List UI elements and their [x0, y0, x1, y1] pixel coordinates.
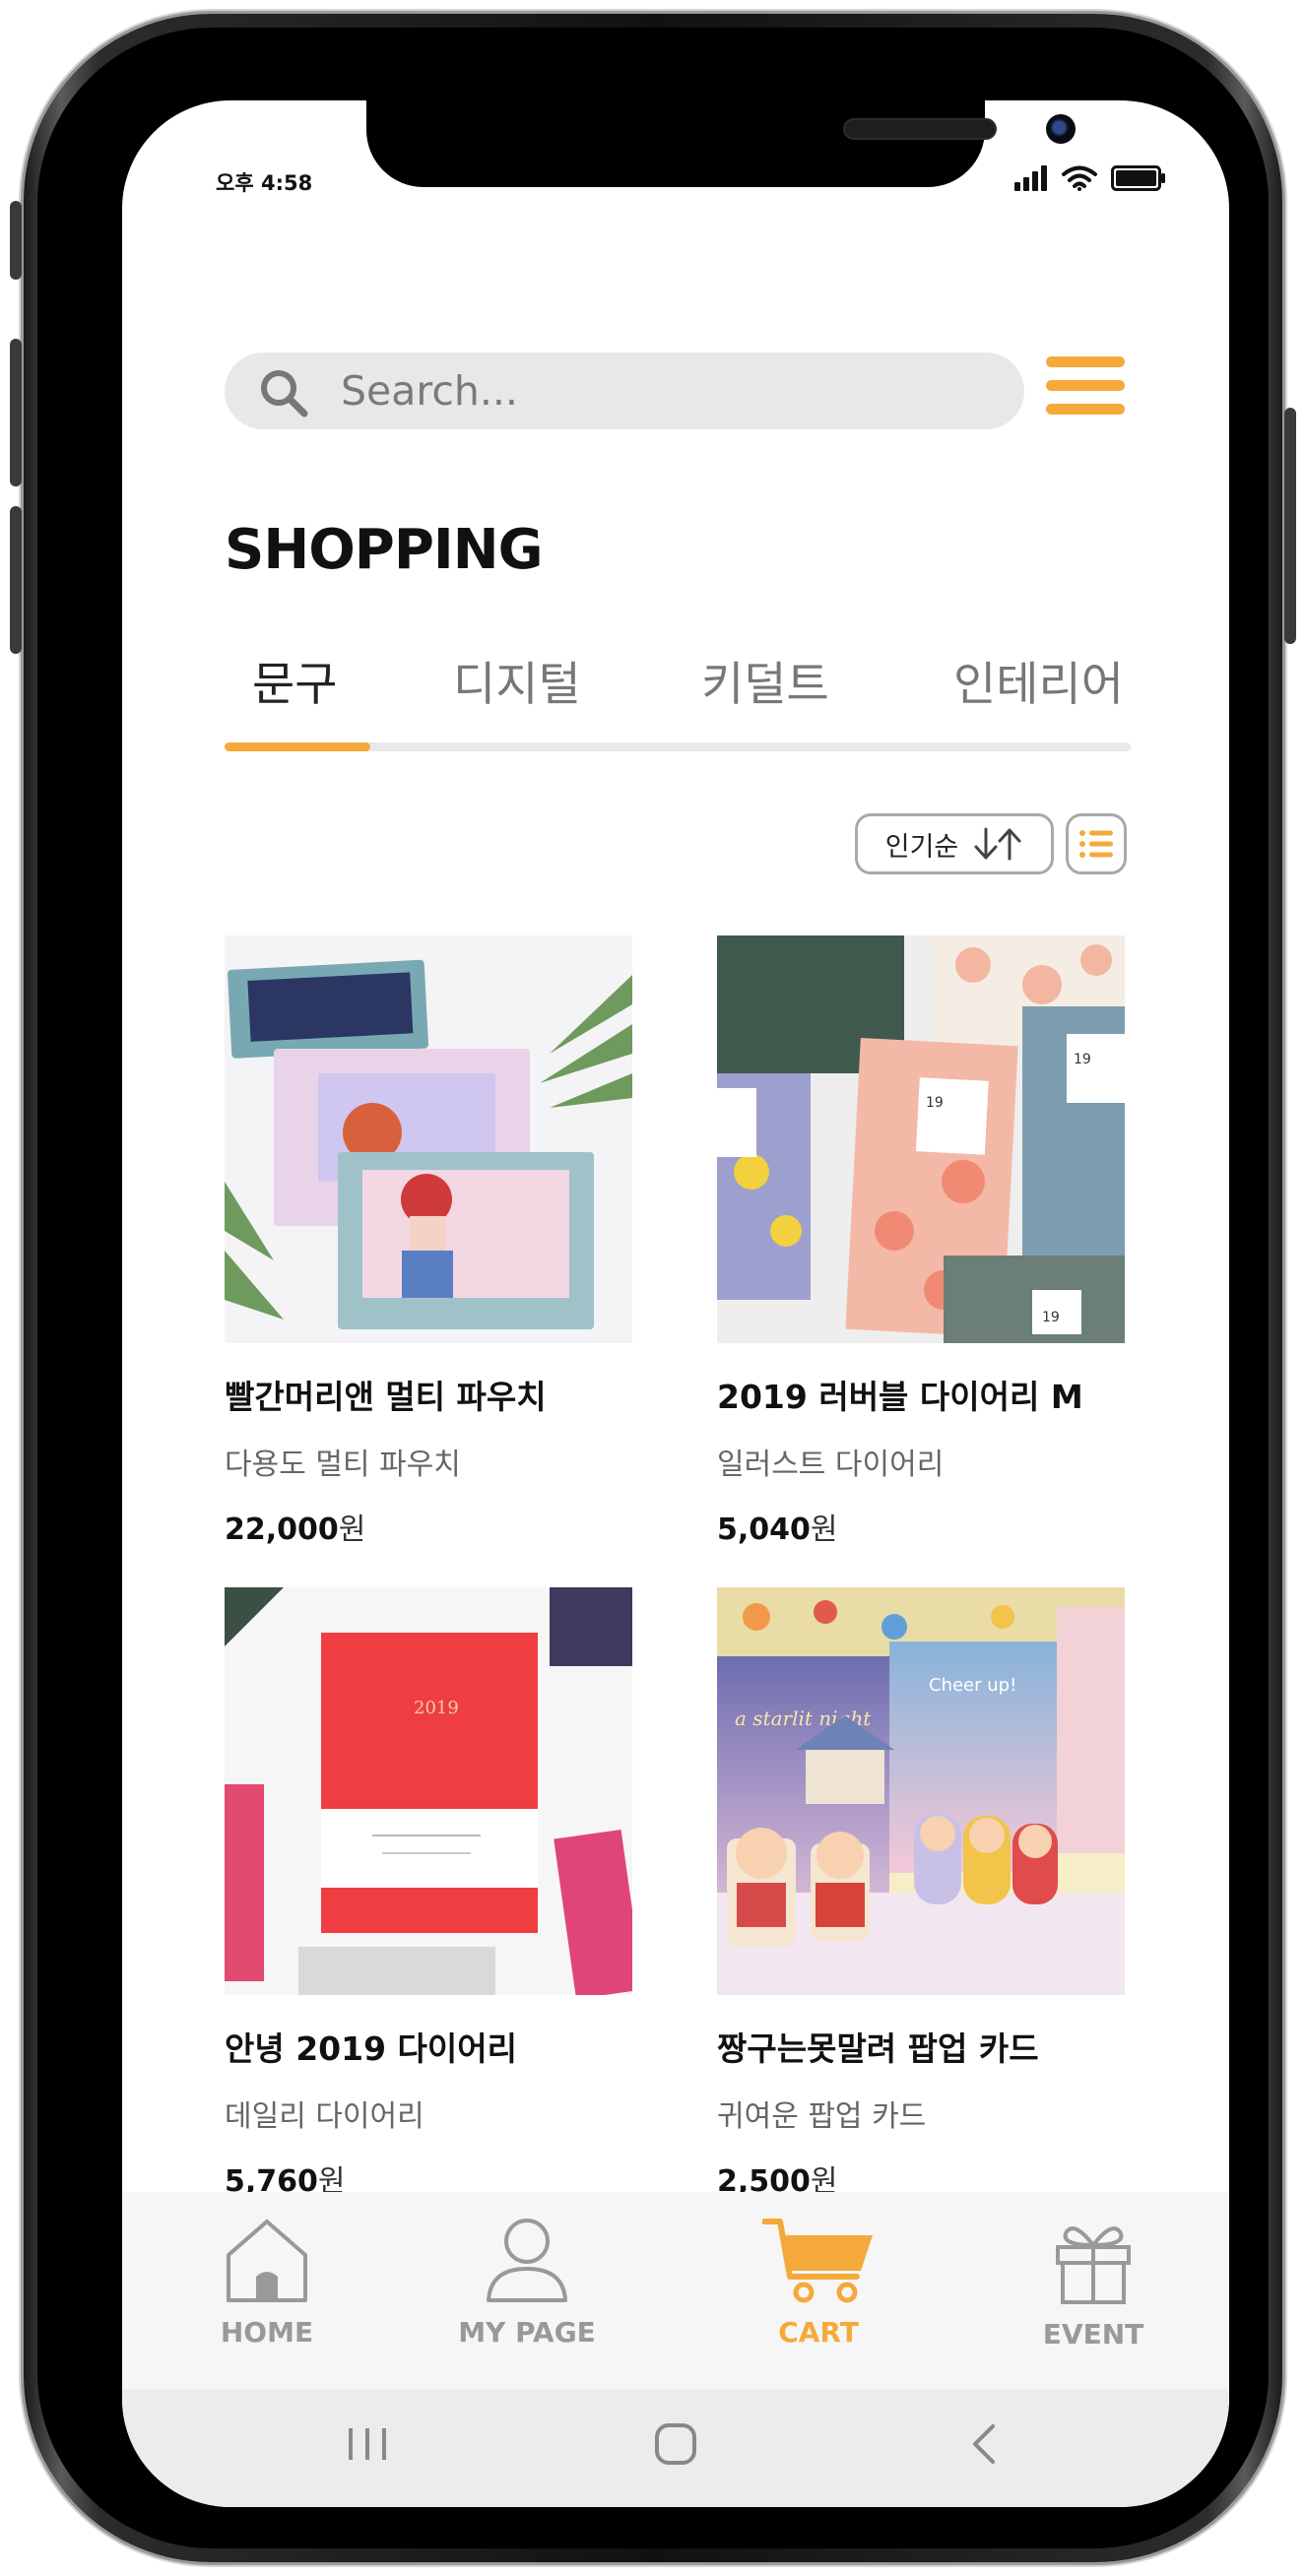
price-value: 5,040: [717, 1513, 811, 1547]
mute-switch: [10, 201, 22, 280]
notch: [366, 100, 1076, 187]
diary-page-number: 19: [926, 1095, 944, 1111]
sort-label: 인기순: [884, 831, 959, 863]
earpiece-speaker: [843, 118, 997, 140]
list-icon: [1079, 830, 1113, 858]
phone-frame: 오후 4:58 Search... SHOPPING 문구 디지털 키덜트 인테…: [10, 14, 1296, 2562]
tab-kidult[interactable]: 키덜트: [701, 646, 829, 714]
person-icon: [487, 2219, 567, 2302]
menu-icon: [1046, 380, 1125, 391]
screenshot: 오후 4:58 Search... SHOPPING 문구 디지털 키덜트 인테…: [0, 0, 1305, 2576]
product-price: 22,000원: [225, 1505, 632, 1548]
tab-interior[interactable]: 인테리어: [953, 646, 1124, 714]
product-name: 안녕 2019 다이어리: [225, 2029, 517, 2068]
search-bar[interactable]: [225, 353, 1024, 429]
signal-icon: [1014, 165, 1047, 191]
menu-icon: [1046, 356, 1125, 367]
nav-my-page[interactable]: MY PAGE: [428, 2216, 625, 2349]
product-description: 다용도 멀티 파우치: [225, 1448, 461, 1482]
volume-down-button: [10, 506, 22, 654]
wifi-icon: [1062, 165, 1097, 191]
tab-active-indicator: [225, 742, 370, 751]
page-title: SHOPPING: [225, 518, 544, 582]
card-text: Cheer up!: [929, 1675, 1016, 1696]
nav-home-label: HOME: [220, 2316, 314, 2349]
category-tabs: 문구 디지털 키덜트 인테리어: [225, 646, 1131, 729]
product-description: 일러스트 다이어리: [717, 1448, 945, 1482]
status-icons: [1014, 165, 1166, 191]
status-time: 오후 4:58: [216, 171, 313, 195]
product-name: 빨간머리앤 멀티 파우치: [225, 1378, 547, 1416]
nav-event-label: EVENT: [1042, 2318, 1144, 2351]
house-icon: [227, 2220, 307, 2302]
gift-icon: [1056, 2226, 1131, 2304]
nav-home[interactable]: HOME: [168, 2216, 365, 2349]
search-input[interactable]: [341, 353, 991, 429]
system-navigation-bar: [122, 2389, 1229, 2507]
product-name: 2019 러버블 다이어리 M: [717, 1378, 1083, 1416]
power-button: [1284, 408, 1296, 644]
product-card[interactable]: 19 19 19 2019 러버블 다이어리 M 일러스트 다이어리 5,040…: [717, 935, 1125, 1548]
menu-button[interactable]: [1046, 354, 1125, 419]
price-unit: 원: [338, 1513, 366, 1547]
app-screen: 오후 4:58 Search... SHOPPING 문구 디지털 키덜트 인테…: [122, 100, 1229, 2507]
home-circle-icon[interactable]: [654, 2422, 697, 2466]
sort-arrows-icon: [974, 827, 1021, 861]
nav-cart[interactable]: CART: [720, 2216, 917, 2349]
diary-page-number: 19: [1042, 1310, 1060, 1325]
product-card[interactable]: 2019 안녕 2019 다이어리 데일리 다이어리 5,760원: [225, 1587, 632, 2200]
product-card[interactable]: 빨간머리앤 멀티 파우치 다용도 멀티 파우치 22,000원: [225, 935, 632, 1548]
menu-icon: [1046, 404, 1125, 415]
diary-cover-text: 2019: [414, 1698, 459, 1718]
recent-apps-icon[interactable]: [347, 2422, 388, 2466]
list-view-button[interactable]: [1066, 813, 1127, 874]
product-image-diary: 19 19 19: [717, 935, 1125, 1343]
nav-cart-label: CART: [778, 2316, 859, 2349]
battery-icon: [1111, 165, 1165, 191]
product-image-popup-card: a starlit night Cheer up!: [717, 1587, 1125, 1995]
product-description: 데일리 다이어리: [225, 2099, 424, 2134]
nav-event[interactable]: EVENT: [995, 2216, 1192, 2351]
back-arrow-icon[interactable]: [969, 2422, 999, 2466]
product-price: 5,040원: [717, 1505, 1125, 1548]
product-description: 귀여운 팝업 카드: [717, 2099, 927, 2134]
nav-my-page-label: MY PAGE: [458, 2316, 596, 2349]
price-value: 22,000: [225, 1513, 339, 1547]
volume-up-button: [10, 339, 22, 486]
product-image-pouch: [225, 935, 632, 1343]
product-name: 짱구는못말려 팝업 카드: [717, 2029, 1039, 2068]
price-unit: 원: [810, 1513, 838, 1547]
search-icon: [261, 370, 308, 418]
cart-icon: [762, 2219, 873, 2303]
tab-digital[interactable]: 디지털: [453, 646, 581, 714]
product-card[interactable]: a starlit night Cheer up! 짱구는못말려 팝업 카드 귀…: [717, 1587, 1125, 2200]
diary-page-number: 19: [1074, 1052, 1091, 1067]
tab-stationery[interactable]: 문구: [252, 646, 337, 714]
sort-button[interactable]: 인기순: [855, 813, 1054, 874]
bottom-navigation: HOME MY PAGE CART EVENT: [122, 2192, 1229, 2389]
front-camera: [1046, 114, 1076, 144]
product-image-red-diary: 2019: [225, 1587, 632, 1995]
